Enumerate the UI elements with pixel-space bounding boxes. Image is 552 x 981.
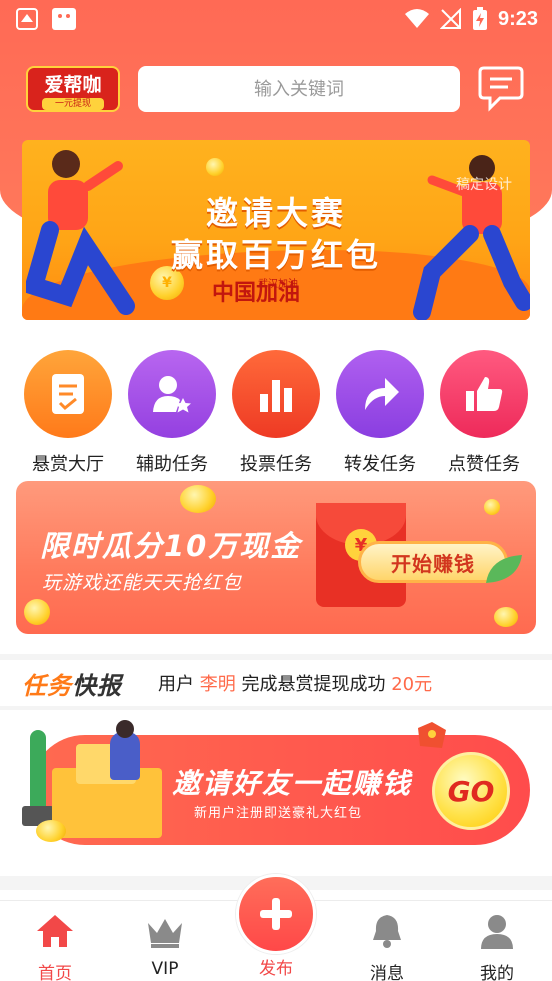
category-reward-hall[interactable]: 悬赏大厅 bbox=[16, 350, 120, 476]
search-input[interactable] bbox=[138, 78, 460, 100]
ticker-tag-part1: 任务 bbox=[22, 672, 72, 700]
user-star-icon bbox=[128, 350, 216, 438]
coin-icon bbox=[24, 599, 50, 625]
tab-home[interactable]: 首页 bbox=[0, 913, 110, 981]
category-label: 悬赏大厅 bbox=[32, 454, 104, 475]
search-box[interactable] bbox=[138, 66, 460, 112]
bell-icon bbox=[373, 915, 401, 948]
publish-button[interactable] bbox=[236, 874, 316, 954]
share-arrow-icon bbox=[336, 350, 424, 438]
ticker-amount: 20元 bbox=[391, 674, 433, 695]
leaf-icon bbox=[486, 555, 522, 583]
banner-title-line2: 赢取百万红包 bbox=[170, 236, 381, 274]
banner-cash-giveaway[interactable]: 限时瓜分10万现金 玩游戏还能天天抢红包 ¥ 开始赚钱 bbox=[16, 481, 536, 634]
category-label: 辅助任务 bbox=[136, 454, 208, 475]
ticker-tag: 任务快报 bbox=[22, 666, 122, 701]
tab-vip[interactable]: VIP bbox=[110, 913, 220, 979]
tab-messages[interactable]: 消息 bbox=[332, 913, 442, 981]
home-icon bbox=[37, 915, 73, 947]
red-envelope-icon bbox=[418, 722, 446, 748]
logo-text: 爱帮咖 bbox=[44, 74, 102, 96]
category-grid: 悬赏大厅 辅助任务 投票任务 转发任务 点赞任务 bbox=[0, 350, 552, 475]
divider bbox=[0, 706, 552, 710]
banner-title: 邀请好友一起赚钱 bbox=[172, 767, 413, 800]
battery-charging-icon bbox=[472, 7, 487, 30]
category-assist-task[interactable]: 辅助任务 bbox=[120, 350, 224, 476]
category-share-task[interactable]: 转发任务 bbox=[328, 350, 432, 476]
thumbs-up-icon bbox=[440, 350, 528, 438]
coin-icon bbox=[494, 607, 518, 627]
ticker-tag-part2: 快报 bbox=[72, 672, 122, 700]
coin-icon bbox=[180, 485, 216, 513]
tab-label-publish[interactable]: 发布 bbox=[236, 954, 316, 979]
coin-icon bbox=[206, 158, 224, 176]
ticker-prefix: 用户 bbox=[158, 674, 194, 695]
task-news-ticker[interactable]: 任务快报 用户 李明 完成悬赏提现成功 20元 bbox=[0, 660, 552, 706]
banner-subtitle: 新用户注册即送豪礼大红包 bbox=[194, 806, 363, 821]
tab-label: 我的 bbox=[480, 964, 514, 981]
banner-invite-contest[interactable]: ¥ 稿定设计 邀请大赛 赢取百万红包 中国加油 武汉加油 bbox=[22, 140, 530, 320]
banner-title: 限时瓜分10万现金 bbox=[40, 529, 302, 563]
coin-icon bbox=[36, 820, 66, 842]
tab-profile[interactable]: 我的 bbox=[442, 913, 552, 981]
category-vote-task[interactable]: 投票任务 bbox=[224, 350, 328, 476]
ticker-message: 用户 李明 完成悬赏提现成功 20元 bbox=[158, 670, 432, 696]
banner-title-line1: 邀请大赛 bbox=[205, 194, 346, 232]
banner-slogan-small: 武汉加油 bbox=[258, 279, 298, 290]
category-label: 点赞任务 bbox=[448, 454, 520, 475]
logo-subtext: 一元提现 bbox=[42, 98, 104, 110]
tab-label: 首页 bbox=[38, 964, 72, 981]
person-illustration bbox=[110, 732, 140, 780]
ticker-user: 李明 bbox=[199, 674, 236, 695]
app-logo: 爱帮咖 一元提现 bbox=[26, 66, 120, 112]
coin-icon bbox=[484, 499, 500, 515]
person-head-illustration bbox=[116, 720, 134, 738]
person-icon bbox=[481, 915, 513, 949]
status-bar: 9:23 bbox=[0, 0, 552, 40]
chat-icon bbox=[478, 66, 524, 112]
status-time: 9:23 bbox=[497, 7, 538, 30]
shopping-bag-icon bbox=[52, 8, 76, 30]
wifi-icon bbox=[404, 9, 429, 28]
task-doc-icon bbox=[24, 350, 112, 438]
category-label: 转发任务 bbox=[344, 454, 416, 475]
go-button[interactable]: GO bbox=[432, 752, 510, 830]
bar-chart-icon bbox=[232, 350, 320, 438]
ticker-middle: 完成悬赏提现成功 bbox=[241, 674, 386, 695]
banner-subtitle: 玩游戏还能天天抢红包 bbox=[42, 572, 243, 594]
tab-label: VIP bbox=[151, 959, 179, 979]
tab-label: 消息 bbox=[370, 964, 404, 981]
category-label: 投票任务 bbox=[240, 454, 312, 475]
category-like-task[interactable]: 点赞任务 bbox=[432, 350, 536, 476]
app-notification-icon bbox=[16, 8, 38, 30]
no-signal-icon bbox=[439, 8, 461, 29]
crown-icon bbox=[148, 919, 182, 948]
message-button[interactable] bbox=[478, 64, 524, 112]
plus-icon bbox=[260, 898, 292, 930]
